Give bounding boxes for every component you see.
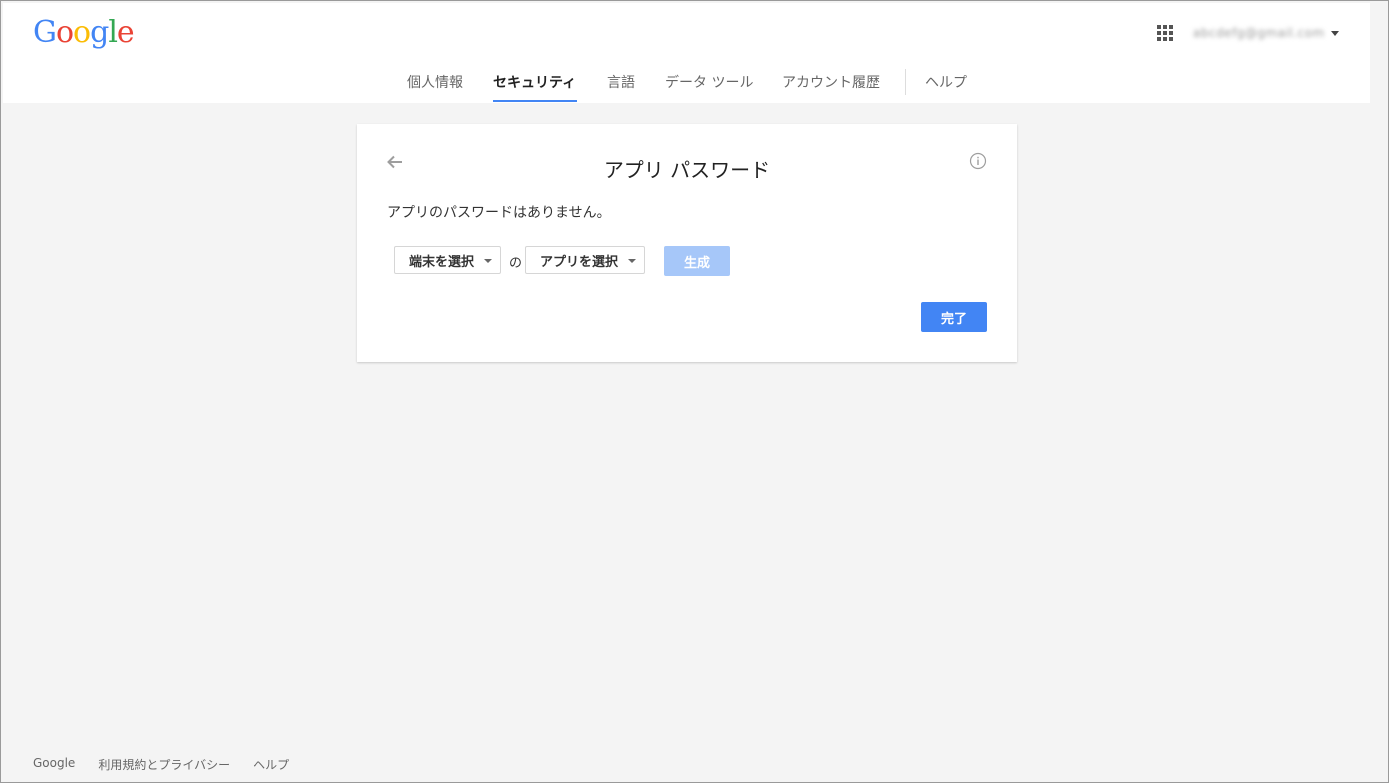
device-select[interactable]: 端末を選択 xyxy=(394,246,501,274)
device-select-label: 端末を選択 xyxy=(409,254,475,270)
tab-security[interactable]: セキュリティ xyxy=(493,72,576,92)
apps-dot xyxy=(1157,37,1161,41)
logo-letter: g xyxy=(90,15,109,50)
footer-link-help[interactable]: ヘルプ xyxy=(253,756,289,773)
tab-help[interactable]: ヘルプ xyxy=(925,72,967,92)
apps-dot xyxy=(1163,37,1167,41)
grid-apps-icon[interactable] xyxy=(1157,25,1173,41)
app-select-label: アプリを選択 xyxy=(540,254,619,270)
tab-language[interactable]: 言語 xyxy=(607,72,635,92)
generate-button[interactable]: 生成 xyxy=(664,246,730,276)
info-icon[interactable] xyxy=(969,152,987,170)
logo-letter: l xyxy=(108,15,118,50)
apps-dot xyxy=(1163,31,1167,35)
apps-dot xyxy=(1157,31,1161,35)
window-frame xyxy=(0,0,1389,783)
done-button[interactable]: 完了 xyxy=(921,302,987,332)
app-password-card: アプリ パスワード アプリのパスワードはありません。 端末を選択 の アプリを選… xyxy=(357,124,1017,362)
account-tabs: 個人情報 セキュリティ 言語 データ ツール アカウント履歴 ヘルプ xyxy=(3,63,1370,103)
page-footer: Google 利用規約とプライバシー ヘルプ xyxy=(33,756,289,773)
apps-dot xyxy=(1163,25,1167,29)
logo-letter: e xyxy=(116,15,135,50)
apps-dot xyxy=(1169,31,1173,35)
caret-down-icon xyxy=(628,259,636,263)
active-tab-indicator xyxy=(493,100,577,102)
tab-divider xyxy=(905,69,906,95)
page-title: アプリ パスワード xyxy=(603,158,771,182)
top-header: Google abcdefg@gmail.com 個人情報 セキュリティ 言語 … xyxy=(3,3,1370,103)
apps-dot xyxy=(1157,25,1161,29)
select-connector-text: の xyxy=(509,256,523,271)
tab-account-history[interactable]: アカウント履歴 xyxy=(782,72,880,92)
account-menu[interactable]: abcdefg@gmail.com xyxy=(1193,23,1339,43)
no-passwords-message: アプリのパスワードはありません。 xyxy=(387,205,611,221)
tab-personal-info[interactable]: 個人情報 xyxy=(407,72,463,92)
logo-letter: o xyxy=(55,15,74,50)
tab-data-tools[interactable]: データ ツール xyxy=(665,72,753,92)
logo-letter: o xyxy=(73,15,91,50)
apps-dot xyxy=(1169,25,1173,29)
google-logo[interactable]: Google xyxy=(33,15,135,50)
apps-dot xyxy=(1169,37,1173,41)
footer-link-terms-privacy[interactable]: 利用規約とプライバシー xyxy=(98,756,230,773)
caret-down-icon xyxy=(1330,30,1339,36)
account-email: abcdefg@gmail.com xyxy=(1193,26,1325,40)
caret-down-icon xyxy=(484,259,492,263)
footer-link-google[interactable]: Google xyxy=(33,756,75,773)
scrollbar-track[interactable] xyxy=(1371,1,1388,782)
logo-letter: G xyxy=(33,15,57,50)
app-select[interactable]: アプリを選択 xyxy=(525,246,645,274)
